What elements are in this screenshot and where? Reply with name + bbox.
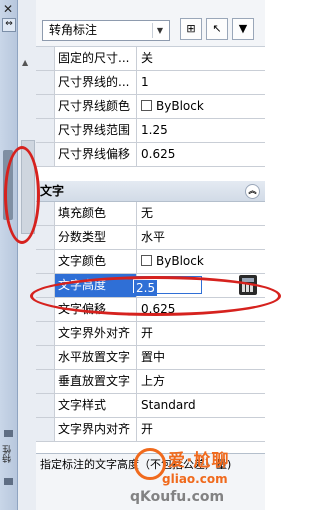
property-value[interactable]: 0.625 (137, 298, 265, 321)
property-value[interactable]: 开 (137, 322, 265, 345)
property-row[interactable]: 尺寸界线偏移 0.625 (36, 143, 265, 167)
property-row[interactable]: 水平放置文字 置中 (36, 346, 265, 370)
property-row[interactable]: 固定的尺寸... 关 (36, 47, 265, 71)
filter-icon[interactable]: ▼ (232, 18, 254, 40)
property-row[interactable]: 文字偏移 0.625 (36, 298, 265, 322)
property-row[interactable]: 文字颜色 ByBlock (36, 250, 265, 274)
property-name: 水平放置文字 (55, 346, 137, 369)
property-name: 尺寸界线颜色 (55, 95, 137, 118)
chevron-down-icon[interactable]: ▼ (152, 23, 167, 38)
property-row[interactable]: 文字界内对齐 开 (36, 418, 265, 442)
property-value[interactable]: 开 (137, 418, 265, 441)
property-name: 文字颜色 (55, 250, 137, 273)
property-value[interactable]: 1 (137, 71, 265, 94)
grid-scrollbar[interactable]: ▲ (18, 0, 36, 510)
property-grid: 固定的尺寸... 关 尺寸界线的... 1 尺寸界线颜色 ByBlock 尺寸界… (36, 47, 265, 442)
color-swatch-icon (141, 255, 152, 266)
select-objects-icon[interactable]: ↖ (206, 18, 228, 40)
properties-menu-icon[interactable] (4, 478, 13, 485)
quick-select-icon[interactable]: ⊞ (180, 18, 202, 40)
property-row[interactable]: 文字界外对齐 开 (36, 322, 265, 346)
property-name: 文字界外对齐 (55, 322, 137, 345)
calculator-icon[interactable] (239, 275, 257, 295)
properties-toolbar: 转角标注 ▼ ⊞ ↖ ▼ (36, 0, 265, 47)
grip-icon (4, 430, 13, 437)
property-value[interactable]: 0.625 (137, 143, 265, 166)
property-row[interactable]: 填充颜色 无 (36, 202, 265, 226)
property-name: 尺寸界线范围 (55, 119, 137, 142)
close-icon[interactable]: ✕ (3, 2, 13, 16)
property-value[interactable]: 1.25 (137, 119, 265, 142)
property-row[interactable]: 分数类型 水平 (36, 226, 265, 250)
auto-hide-icon[interactable]: ⇔ (2, 18, 16, 32)
property-row[interactable]: 尺寸界线颜色 ByBlock (36, 95, 265, 119)
property-name: 尺寸界线偏移 (55, 143, 137, 166)
property-name: 文字偏移 (55, 298, 137, 321)
property-value[interactable]: 关 (137, 47, 265, 70)
description-panel: 指定标注的文字高度（不包括公差）量) (36, 453, 265, 510)
property-name: 文字样式 (55, 394, 137, 417)
property-name: 分数类型 (55, 226, 137, 249)
strip-scroll-thumb[interactable] (3, 150, 13, 220)
scroll-thumb[interactable] (21, 140, 35, 234)
property-value[interactable]: Standard (137, 394, 265, 417)
property-name: 尺寸界线的... (55, 71, 137, 94)
property-name: 固定的尺寸... (55, 47, 137, 70)
property-name: 填充颜色 (55, 202, 137, 225)
property-row[interactable]: 尺寸界线的... 1 (36, 71, 265, 95)
section-title: 文字 (40, 184, 65, 198)
section-header-text[interactable]: 文字 ︽ (36, 181, 265, 202)
collapse-icon[interactable]: ︽ (245, 184, 260, 199)
description-text: 指定标注的文字高度（不包括公差）量) (40, 458, 232, 471)
property-value[interactable]: 置中 (137, 346, 265, 369)
property-value[interactable]: 水平 (137, 226, 265, 249)
property-name: 垂直放置文字 (55, 370, 137, 393)
property-row[interactable]: 尺寸界线范围 1.25 (36, 119, 265, 143)
property-value[interactable]: ByBlock (137, 95, 265, 118)
palette-side-strip: ✕ ⇔ 特性 (0, 0, 18, 510)
property-row[interactable]: 文字样式 Standard (36, 394, 265, 418)
scroll-up-icon[interactable]: ▲ (22, 58, 28, 67)
color-swatch-icon (141, 100, 152, 111)
property-value[interactable]: 上方 (137, 370, 265, 393)
property-name: 文字高度 (55, 274, 137, 297)
property-name: 文字界内对齐 (55, 418, 137, 441)
palette-vertical-title: 特性 (3, 445, 13, 463)
property-value[interactable]: 无 (137, 202, 265, 225)
object-type-value: 转角标注 (49, 23, 98, 37)
property-value[interactable]: ByBlock (137, 250, 265, 273)
property-row-text-height[interactable]: 文字高度 2.5 (36, 274, 265, 298)
object-type-dropdown[interactable]: 转角标注 ▼ (42, 20, 170, 41)
text-height-input[interactable]: 2.5 (132, 276, 202, 296)
property-row[interactable]: 垂直放置文字 上方 (36, 370, 265, 394)
